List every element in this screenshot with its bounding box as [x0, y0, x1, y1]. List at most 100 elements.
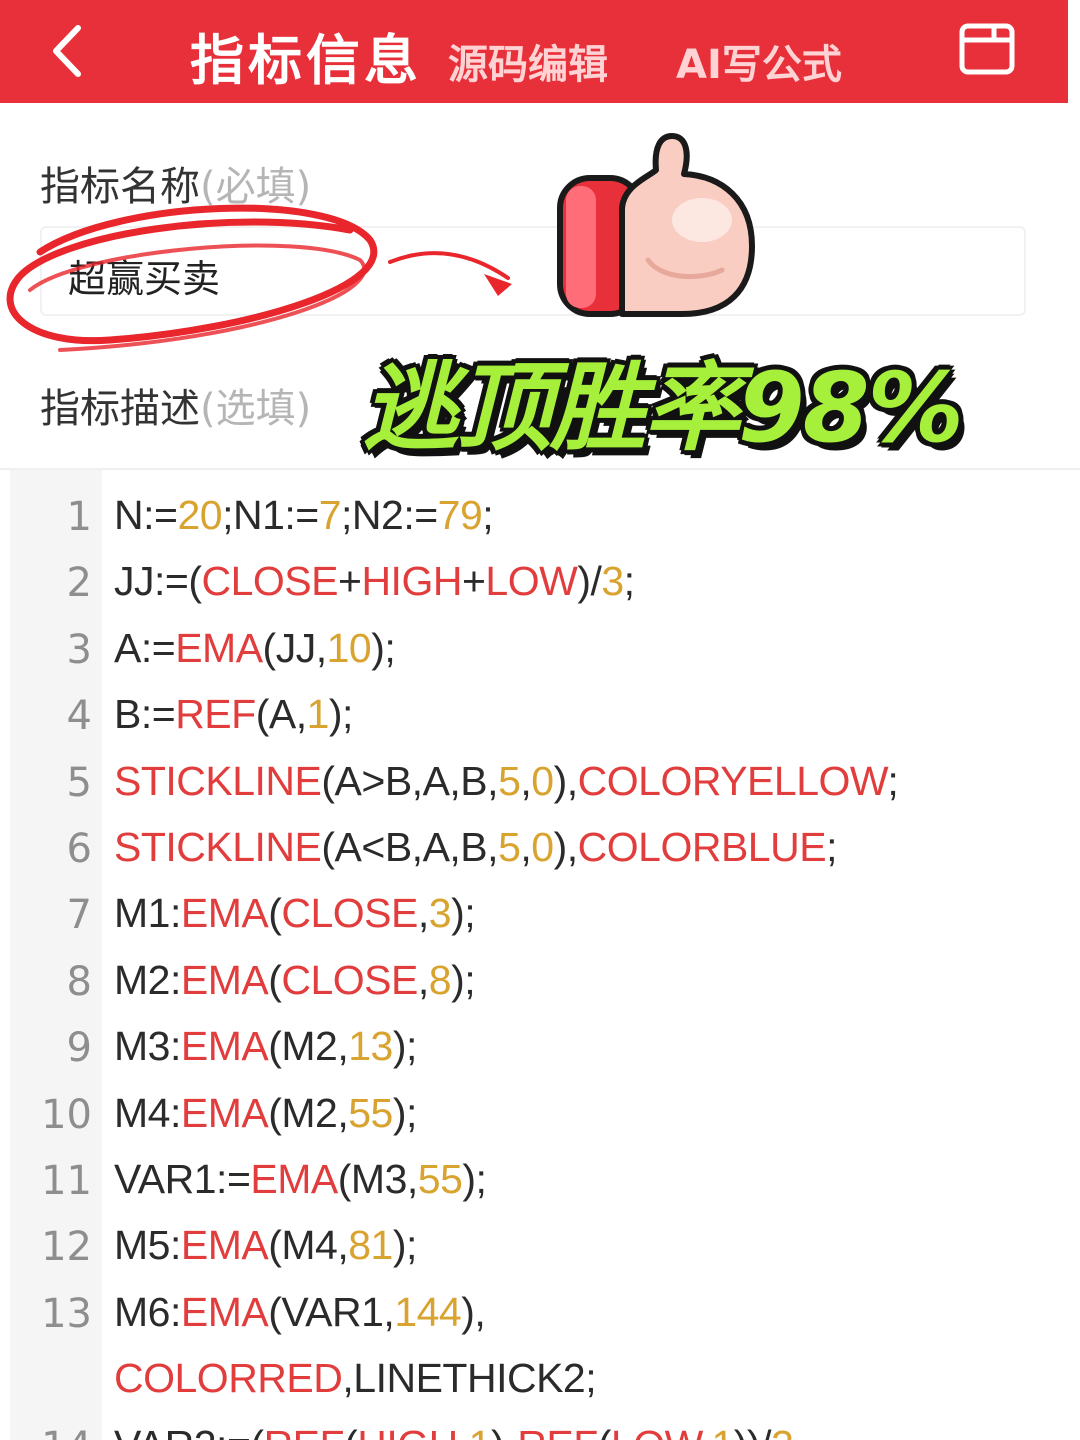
code-keyword: EMA [180, 1222, 269, 1269]
code-keyword: STICKLINE [114, 757, 322, 804]
code-editor[interactable]: 1 N:=20;N1:=7;N2:=79; 2 JJ:=(CLOSE+HIGH+LOW… [0, 468, 1080, 1440]
code-keyword: CLOSE [281, 956, 418, 1003]
line-number: 7 [66, 892, 92, 939]
code-plain: (M4, [268, 1222, 349, 1269]
line-number: 6 [66, 826, 92, 872]
code-line: 4 B:=REF(A,1); [0, 685, 1080, 751]
code-plain: ); [371, 624, 396, 671]
code-plain: M1: [114, 890, 181, 937]
optional-hint: (选填) [200, 386, 312, 432]
code-keyword: COLORBLUE [577, 824, 827, 870]
code-plain: ( [344, 1422, 358, 1440]
code-keyword: HIGH [357, 1422, 458, 1440]
code-keyword: REF [264, 1422, 345, 1440]
code-plain: ), [553, 824, 579, 870]
code-keyword: EMA [180, 1089, 269, 1136]
code-line: 11 VAR1:=EMA(M3,55); [0, 1150, 1080, 1216]
tab-ai-formula[interactable]: AI写公式 [676, 32, 842, 90]
code-plain: M6: [114, 1288, 181, 1335]
line-number: 2 [66, 560, 92, 607]
code-plain: ); [451, 956, 476, 1003]
code-plain: )/ [577, 558, 602, 605]
code-plain: ); [451, 890, 476, 937]
code-plain: ; [826, 824, 837, 870]
code-number: 10 [326, 624, 372, 671]
code-line: 3 A:=EMA(JJ,10); [0, 619, 1080, 685]
code-plain: M2: [114, 956, 181, 1003]
code-keyword: EMA [180, 1023, 269, 1070]
indicator-name-label: 指标名称(必填) [40, 154, 311, 212]
code-line: COLORRED,LINETHICK2; [0, 1349, 1080, 1415]
indicator-name-input[interactable]: 超赢买卖 [40, 226, 1026, 316]
code-text: M6:EMA(VAR1,144), [114, 1288, 486, 1336]
code-plain: ); [392, 1222, 418, 1269]
line-number: 13 [41, 1290, 92, 1337]
code-plain: VAR1:= [114, 1156, 251, 1202]
code-text: B:=REF(A,1); [114, 691, 353, 738]
code-text: STICKLINE(A>B,A,B,5,0),COLORYELLOW; [114, 757, 899, 805]
code-plain: ))/ [734, 1422, 772, 1440]
page-title: 指标信息 [190, 29, 422, 92]
desc-label-text: 指标描述 [40, 386, 200, 432]
code-text: N:=20;N1:=7;N2:=79; [114, 492, 494, 539]
code-plain: , [701, 1422, 712, 1440]
code-number: 2 [771, 1422, 794, 1440]
code-text: M4:EMA(M2,55); [114, 1090, 417, 1137]
code-line: 12 M5:EMA(M4,81); [0, 1216, 1080, 1282]
code-plain: ( [268, 890, 282, 937]
code-keyword: STICKLINE [114, 824, 322, 870]
code-text: STICKLINE(A<B,A,B,5,0),COLORBLUE; [114, 824, 837, 871]
tab-source-edit[interactable]: 源码编辑 [448, 32, 608, 90]
code-text: M3:EMA(M2,13); [114, 1023, 417, 1070]
code-plain: (M2, [268, 1023, 349, 1070]
code-keyword: HIGH [361, 558, 462, 605]
code-plain: , [520, 757, 532, 804]
line-number: 1 [66, 494, 92, 540]
line-number: 12 [41, 1224, 92, 1271]
line-number: 14 [10, 1424, 92, 1440]
code-text: A:=EMA(JJ,10); [114, 624, 396, 672]
code-number: 3 [601, 558, 624, 605]
code-plain: M4: [114, 1089, 181, 1136]
code-plain: ( [598, 1422, 612, 1440]
code-text: VAR1:=EMA(M3,55); [114, 1156, 487, 1203]
code-number: 7 [318, 492, 342, 538]
code-number: 8 [428, 956, 452, 1003]
code-keyword: COLORYELLOW [577, 757, 888, 804]
code-plain: , [417, 956, 429, 1003]
code-line: 2 JJ:=(CLOSE+HIGH+LOW)/3; [0, 552, 1080, 618]
code-plain: , [458, 1422, 469, 1440]
code-plain: JJ:=( [114, 558, 202, 605]
code-text: JJ:=(CLOSE+HIGH+LOW)/3; [114, 558, 635, 605]
code-plain: )- [491, 1422, 518, 1440]
code-keyword: COLORRED [114, 1355, 343, 1402]
name-label-text: 指标名称 [40, 164, 200, 210]
code-plain: + [338, 558, 362, 605]
code-number: 55 [348, 1089, 393, 1136]
code-keyword: REF [175, 691, 256, 738]
code-number: 5 [498, 824, 521, 870]
code-line: 6 STICKLINE(A<B,A,B,5,0),COLORBLUE; [0, 818, 1080, 884]
code-line: 5 STICKLINE(A>B,A,B,5,0),COLORYELLOW; [0, 752, 1080, 818]
code-plain: + [461, 558, 486, 605]
code-keyword: CLOSE [201, 558, 339, 605]
code-plain: ;N2:= [341, 492, 438, 538]
save-icon[interactable] [958, 22, 1016, 76]
code-number: 144 [394, 1288, 462, 1335]
code-number: 3 [428, 890, 452, 937]
code-line: 13 M6:EMA(VAR1,144), [0, 1283, 1080, 1349]
code-number: 1 [306, 691, 330, 738]
top-bar: 指标信息 源码编辑 AI写公式 [0, 0, 1068, 103]
line-number: 9 [66, 1025, 92, 1072]
code-keyword: REF [517, 1422, 598, 1440]
code-line: 14VAR2:=(REF(HIGH,1)-REF(LOW,1))/2 [0, 1416, 1080, 1440]
code-plain: ); [462, 1156, 487, 1202]
code-line: 9 M3:EMA(M2,13); [0, 1017, 1080, 1083]
code-text: M5:EMA(M4,81); [114, 1222, 417, 1269]
code-plain: (A<B,A,B, [321, 824, 499, 870]
back-arrow-icon[interactable] [44, 22, 94, 80]
code-number: 1 [711, 1422, 734, 1440]
code-plain: (A, [255, 691, 307, 738]
code-plain: M5: [114, 1222, 181, 1269]
code-plain: ( [268, 956, 282, 1003]
